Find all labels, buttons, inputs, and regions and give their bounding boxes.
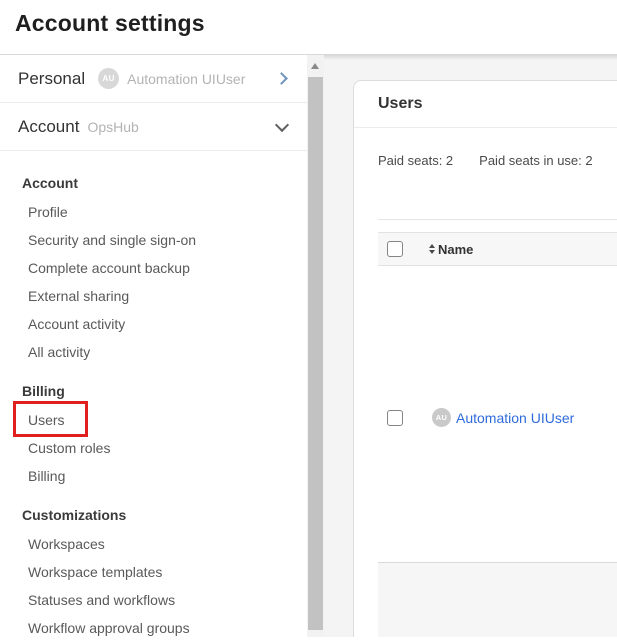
chevron-down-icon	[275, 117, 289, 131]
users-panel: Users Paid seats: 2 Paid seats in use: 2…	[324, 55, 617, 637]
nav-section-customizations: Customizations Workspaces Workspace temp…	[0, 507, 307, 642]
page-header: Account settings	[0, 0, 617, 55]
paid-seats-stat: Paid seats: 2	[378, 153, 453, 168]
page-title: Account settings	[0, 0, 617, 37]
workspace-name: OpsHub	[87, 119, 138, 135]
users-table-header: Name	[378, 232, 617, 266]
sidebar-item-workflow-approval-groups[interactable]: Workflow approval groups	[0, 614, 307, 642]
user-name-link[interactable]: Automation UIUser	[456, 410, 574, 426]
sidebar-item-account-backup[interactable]: Complete account backup	[0, 254, 307, 282]
sidebar-item-custom-roles[interactable]: Custom roles	[0, 434, 307, 462]
users-card-title: Users	[378, 95, 422, 112]
users-card: Users Paid seats: 2 Paid seats in use: 2…	[353, 80, 617, 637]
sidebar-item-billing[interactable]: Billing	[0, 462, 307, 490]
sidebar-item-security[interactable]: Security and single sign-on	[0, 226, 307, 254]
sidebar-item-profile[interactable]: Profile	[0, 198, 307, 226]
sidebar-item-account-activity[interactable]: Account activity	[0, 310, 307, 338]
personal-label: Personal	[18, 69, 85, 89]
sidebar-item-statuses-workflows[interactable]: Statuses and workflows	[0, 586, 307, 614]
user-table-row: AU Automation UIUser	[378, 408, 617, 427]
avatar: AU	[432, 408, 451, 427]
nav-section-title: Customizations	[0, 507, 307, 523]
sidebar-item-workspace-templates[interactable]: Workspace templates	[0, 558, 307, 586]
vertical-scrollbar[interactable]	[307, 55, 324, 637]
account-label: Account	[18, 117, 79, 137]
nav-section-title: Account	[0, 175, 307, 191]
personal-user-name: Automation UIUser	[127, 71, 245, 87]
paid-seats-in-use-stat: Paid seats in use: 2	[479, 153, 592, 168]
sort-arrows-icon	[429, 244, 435, 254]
table-footer-area	[378, 562, 617, 637]
personal-settings-row[interactable]: Personal AU Automation UIUser	[0, 55, 307, 103]
name-column-header: Name	[438, 242, 473, 257]
scrollbar-up-arrow-icon[interactable]	[311, 63, 319, 69]
account-settings-row[interactable]: Account OpsHub	[0, 103, 307, 151]
avatar: AU	[98, 68, 119, 89]
scrollbar-thumb[interactable]	[308, 77, 323, 630]
row-checkbox[interactable]	[387, 410, 403, 426]
sidebar-nav: Account Profile Security and single sign…	[0, 151, 307, 642]
users-card-header: Users	[354, 81, 617, 128]
select-all-checkbox[interactable]	[387, 241, 403, 257]
name-column-sort[interactable]: Name	[429, 242, 473, 257]
sidebar-item-all-activity[interactable]: All activity	[0, 338, 307, 366]
nav-section-title: Billing	[0, 383, 307, 399]
nav-section-account: Account Profile Security and single sign…	[0, 175, 307, 366]
sidebar-item-users[interactable]: Users	[0, 406, 307, 434]
sidebar-item-workspaces[interactable]: Workspaces	[0, 530, 307, 558]
nav-section-billing: Billing Users Custom roles Billing	[0, 383, 307, 490]
seat-stats-row: Paid seats: 2 Paid seats in use: 2 M	[378, 153, 617, 168]
settings-sidebar: Personal AU Automation UIUser Account Op…	[0, 55, 307, 637]
sidebar-item-users-label: Users	[28, 412, 65, 428]
table-top-divider	[378, 219, 617, 220]
sidebar-item-external-sharing[interactable]: External sharing	[0, 282, 307, 310]
content-layout: Personal AU Automation UIUser Account Op…	[0, 55, 617, 637]
chevron-right-icon	[275, 72, 288, 85]
